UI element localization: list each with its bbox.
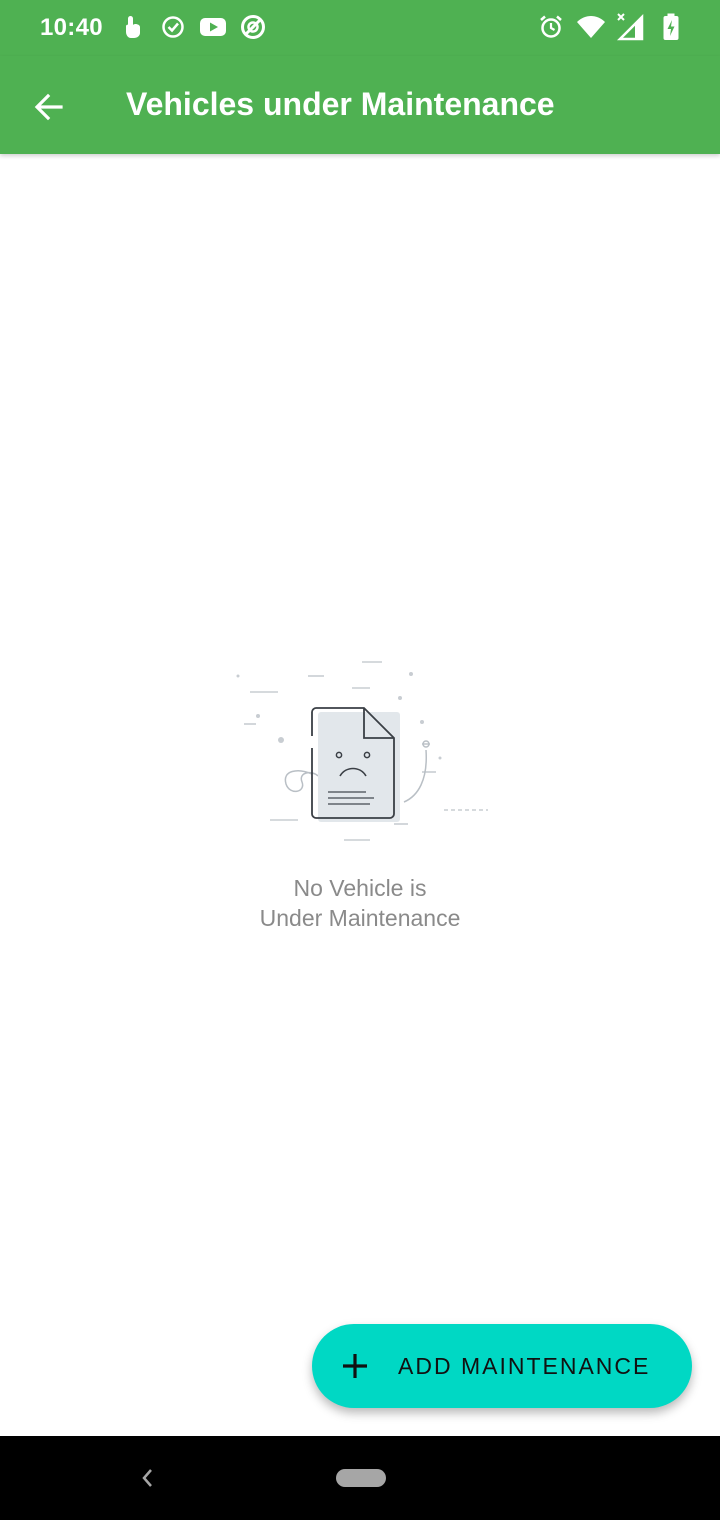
sync-icon (238, 12, 268, 42)
app-bar: Vehicles under Maintenance (0, 56, 720, 154)
empty-state-message: No Vehicle is Under Maintenance (160, 873, 560, 933)
youtube-icon (198, 12, 228, 42)
page-title: Vehicles under Maintenance (126, 86, 555, 122)
touch-icon (118, 12, 148, 42)
check-circle-icon (158, 12, 188, 42)
status-icons-right (536, 12, 686, 42)
empty-state-line-1: No Vehicle is (293, 875, 427, 901)
empty-state-line-2: Under Maintenance (259, 905, 461, 931)
status-time: 10:40 (40, 14, 103, 41)
wifi-icon (576, 12, 606, 42)
arrow-back-icon (34, 93, 63, 121)
nav-back-button[interactable] (132, 1462, 164, 1494)
battery-charging-icon (656, 12, 686, 42)
add-maintenance-label: ADD MAINTENANCE (398, 1353, 651, 1379)
add-maintenance-button[interactable]: ADD MAINTENANCE (312, 1324, 692, 1408)
signal-icon (616, 12, 646, 42)
system-nav-bar (0, 1436, 720, 1520)
nav-home-pill[interactable] (336, 1469, 386, 1487)
plus-icon (343, 1354, 367, 1378)
sad-document-icon (232, 652, 492, 852)
back-button[interactable] (22, 80, 76, 134)
status-bar: 10:40 (0, 0, 720, 56)
chevron-left-icon (142, 1469, 152, 1487)
alarm-icon (536, 12, 566, 42)
status-icons-left (118, 12, 268, 42)
